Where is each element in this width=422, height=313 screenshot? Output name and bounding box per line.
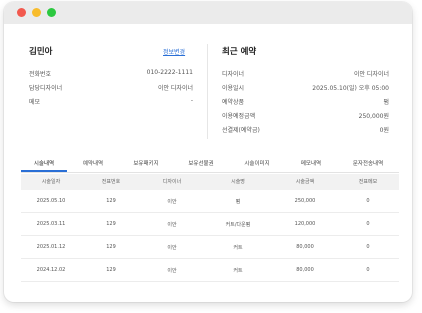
cell-treatment: 펌 — [235, 199, 241, 205]
panel-divider — [207, 44, 208, 139]
cell-treatment: 커트 — [233, 245, 243, 251]
title-bar — [4, 2, 412, 24]
memo-value: - — [190, 97, 193, 104]
tab-packages[interactable]: 보유패키지 — [119, 159, 173, 167]
history-tabs: 시술내역 예약내역 보유패키지 보유선불권 시술이미지 메모내역 문자전송내역 — [21, 154, 399, 173]
designer-value: 이안 디자이너 — [157, 85, 193, 92]
active-tab-indicator — [21, 170, 67, 172]
booking-amount-value: 250,000원 — [358, 113, 389, 120]
cell-amount: 80,000 — [296, 267, 314, 273]
cell-slip-no: 129 — [106, 221, 116, 227]
tab-treatment-history[interactable]: 시술내역 — [21, 159, 67, 167]
cell-designer: 이안 — [167, 268, 177, 274]
cell-amount: 120,000 — [294, 221, 316, 227]
phone-value: 010-2222-1111 — [146, 69, 193, 76]
cell-date: 2025.05.10 — [36, 198, 66, 204]
cell-slip-memo: 0 — [366, 221, 370, 227]
table-row[interactable]: 2025.01.12 129 이안 커트 80,000 0 — [21, 236, 399, 259]
booking-deposit-value: 0원 — [379, 127, 389, 134]
tab-booking-history[interactable]: 예약내역 — [67, 159, 119, 167]
tab-prepaid[interactable]: 보유선불권 — [173, 159, 229, 167]
cell-slip-no: 129 — [106, 198, 116, 204]
tab-sms-history[interactable]: 문자전송내역 — [337, 159, 399, 167]
cell-designer: 이안 — [167, 245, 177, 251]
table-header: 시술일자 전표번호 디자이너 시술명 시술금액 전표메모 — [21, 174, 399, 190]
maximize-window-icon[interactable] — [47, 8, 56, 17]
table-row[interactable]: 2025.05.10 129 이안 펌 250,000 0 — [21, 190, 399, 213]
app-window: 김민아 정보변경 전화번호 010-2222-1111 담당디자이너 이안 디자… — [4, 2, 412, 302]
booking-product-value: 펌 — [383, 99, 389, 106]
edit-info-link[interactable]: 정보변경 — [163, 47, 185, 56]
cell-treatment: 커트/다운펌 — [225, 222, 251, 228]
booking-designer-label: 디자이너 — [222, 71, 245, 78]
booking-designer-value: 이안 디자이너 — [353, 71, 389, 78]
column-slip-no: 전표번호 — [101, 179, 121, 185]
column-amount: 시술금액 — [295, 179, 315, 185]
cell-slip-no: 129 — [106, 244, 116, 250]
cell-slip-memo: 0 — [366, 198, 370, 204]
tab-treatment-images[interactable]: 시술이미지 — [229, 159, 285, 167]
table-row[interactable]: 2024.12.02 129 이안 커트 80,000 0 — [21, 259, 399, 282]
recent-booking-title: 최근 예약 — [222, 47, 257, 57]
booking-datetime-label: 이용일시 — [222, 85, 245, 92]
cell-designer: 이안 — [167, 199, 177, 205]
cell-slip-no: 129 — [106, 267, 116, 273]
cell-date: 2024.12.02 — [36, 267, 66, 273]
booking-deposit-label: 선결제(예약금) — [222, 127, 260, 134]
minimize-window-icon[interactable] — [32, 8, 41, 17]
booking-amount-label: 이용예정금액 — [222, 113, 256, 120]
table-row[interactable]: 2025.03.11 129 이안 커트/다운펌 120,000 0 — [21, 213, 399, 236]
close-window-icon[interactable] — [17, 8, 26, 17]
cell-date: 2025.01.12 — [36, 244, 66, 250]
cell-slip-memo: 0 — [366, 244, 370, 250]
phone-label: 전화번호 — [29, 71, 52, 78]
cell-amount: 250,000 — [294, 198, 316, 204]
cell-slip-memo: 0 — [366, 267, 370, 273]
designer-label: 담당디자이너 — [29, 85, 63, 92]
column-slip-memo: 전표메모 — [358, 179, 378, 185]
cell-date: 2025.03.11 — [36, 221, 66, 227]
tab-memo-history[interactable]: 메모내역 — [285, 159, 337, 167]
cell-amount: 80,000 — [296, 244, 314, 250]
cell-treatment: 커트 — [233, 268, 243, 274]
booking-product-label: 예약상품 — [222, 99, 245, 106]
column-treatment: 시술명 — [231, 179, 245, 185]
memo-label: 메모 — [29, 99, 41, 106]
column-date: 시술일자 — [41, 179, 61, 185]
customer-name: 김민아 — [29, 47, 53, 57]
cell-designer: 이안 — [167, 222, 177, 228]
booking-datetime-value: 2025.05.10(일) 오후 05:00 — [312, 85, 389, 92]
column-designer: 디자이너 — [162, 179, 182, 185]
